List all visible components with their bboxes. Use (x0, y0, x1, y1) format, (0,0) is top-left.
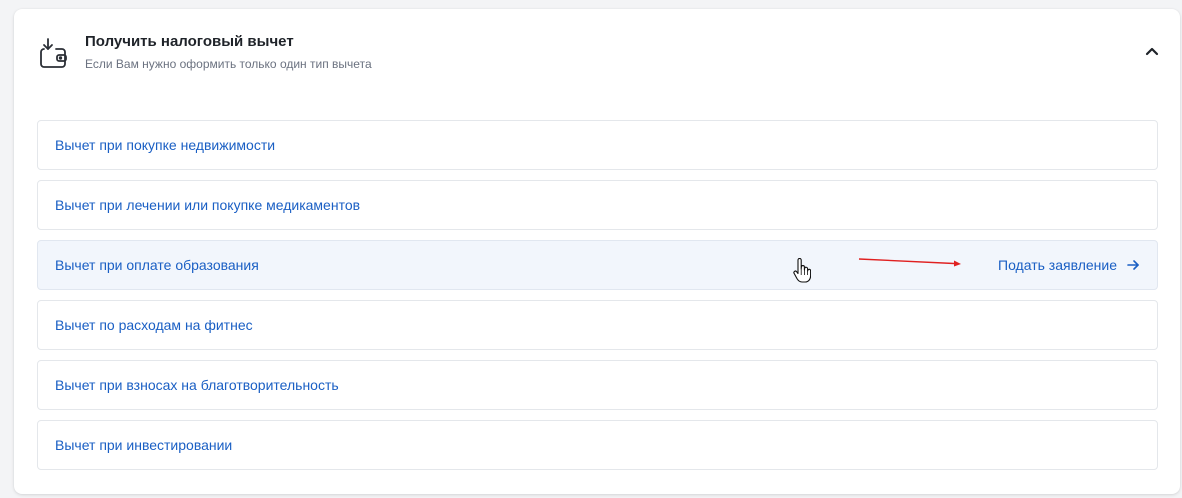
panel-title: Получить налоговый вычет (85, 33, 294, 50)
list-item-investment[interactable]: Вычет при инвестировании (37, 420, 1158, 470)
panel-header[interactable]: Получить налоговый вычет Если Вам нужно … (14, 9, 1180, 99)
list-item-label: Вычет при покупке недвижимости (55, 137, 276, 153)
list-item-medical[interactable]: Вычет при лечении или покупке медикамент… (37, 180, 1158, 230)
tax-deduction-panel: Получить налоговый вычет Если Вам нужно … (14, 9, 1180, 494)
submit-application-label: Подать заявление (998, 257, 1117, 273)
list-item-fitness[interactable]: Вычет по расходам на фитнес (37, 300, 1158, 350)
chevron-up-icon[interactable] (1140, 39, 1164, 63)
list-item-education[interactable]: Вычет при оплате образования Подать заяв… (37, 240, 1158, 290)
wallet-download-icon (40, 38, 67, 68)
list-item-label: Вычет при оплате образования (55, 257, 259, 273)
list-item-label: Вычет при инвестировании (55, 437, 233, 453)
deduction-list: Вычет при покупке недвижимости Вычет при… (37, 120, 1158, 480)
list-item-charity[interactable]: Вычет при взносах на благотворительность (37, 360, 1158, 410)
panel-subtitle: Если Вам нужно оформить только один тип … (85, 57, 372, 71)
list-item-label: Вычет по расходам на фитнес (55, 317, 253, 333)
list-item-label: Вычет при лечении или покупке медикамент… (55, 197, 361, 213)
list-item-property[interactable]: Вычет при покупке недвижимости (37, 120, 1158, 170)
submit-application-link[interactable]: Подать заявление (998, 257, 1139, 273)
arrow-right-icon (1127, 260, 1139, 270)
list-item-label: Вычет при взносах на благотворительность (55, 377, 339, 393)
